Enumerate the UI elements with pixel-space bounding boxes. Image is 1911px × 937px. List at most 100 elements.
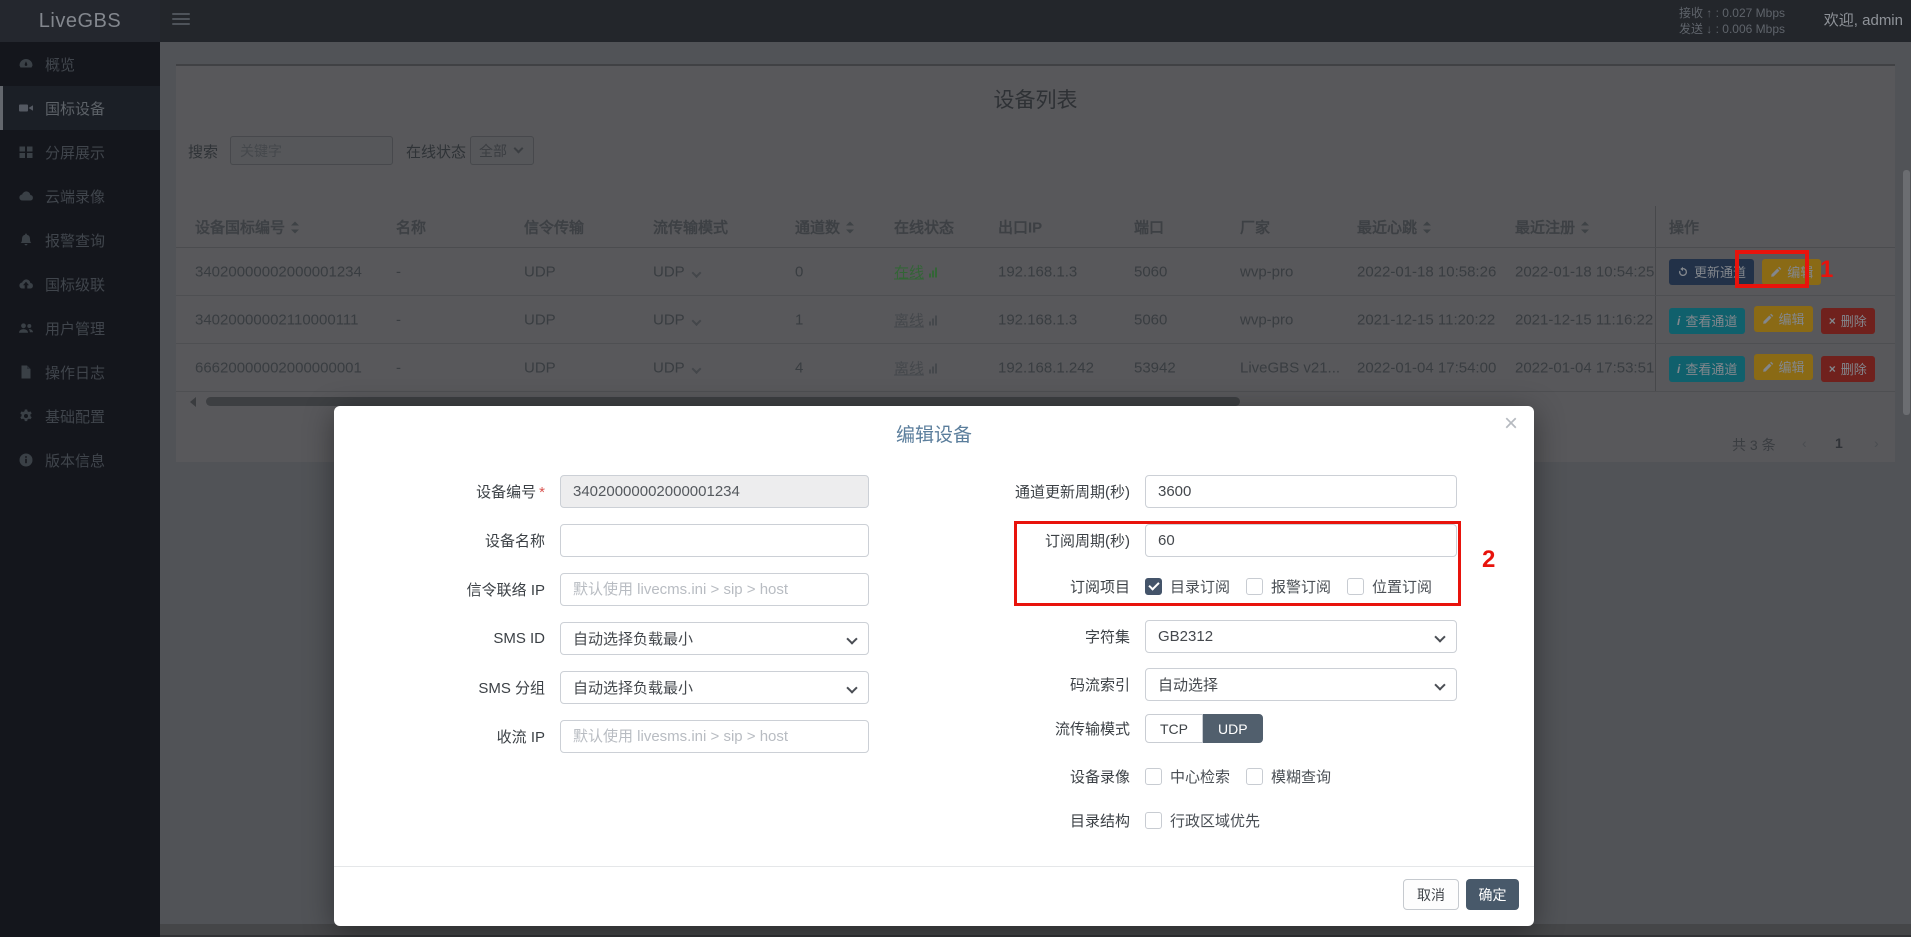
col-online-status: 在线状态 [894,216,954,237]
search-toolbar: 搜索 在线状态 全部 [176,136,1895,166]
udp-toggle-button[interactable]: UDP [1203,714,1263,743]
delete-button[interactable]: ×删除 [1821,356,1875,382]
sidebar-item-overview[interactable]: 概览 [0,42,160,86]
table-row: 66620000002000000001 - UDP UDP 4 离线 192.… [176,344,1895,392]
sidebar-item-version-info[interactable]: 版本信息 [0,438,160,482]
close-icon[interactable]: × [1504,412,1518,436]
directory-options: 行政区域优先 [1145,810,1276,831]
sidebar-item-operation-log[interactable]: 操作日志 [0,350,160,394]
sidebar-item-cloud-record[interactable]: 云端录像 [0,174,160,218]
required-asterisk: * [539,484,545,501]
device-vendor: wvp-pro [1240,263,1293,280]
stream-index-select[interactable]: 自动选择 [1145,668,1457,701]
field-label: 收流 IP [400,726,545,747]
sidebar-item-user-management[interactable]: 用户管理 [0,306,160,350]
sms-group-select[interactable]: 自动选择负载最小 [560,671,869,704]
sidebar-item-gb-cascade[interactable]: 国标级联 [0,262,160,306]
device-name: - [396,263,401,280]
sidebar-nav: 概览 国标设备 分屏展示 云端录像 报警查询 国标级联 用户管理 操作日志 [0,42,160,937]
sidebar-item-gb-devices[interactable]: 国标设备 [0,86,160,130]
col-channels[interactable]: 通道数 [795,216,855,237]
menu-toggle-icon[interactable] [172,13,192,29]
sort-icon[interactable] [291,221,300,233]
sort-icon[interactable] [1423,221,1432,233]
signal-contact-ip-field[interactable] [560,573,869,606]
device-port: 53942 [1134,359,1176,376]
col-stream-mode: 流传输模式 [653,216,728,237]
field-label: 通道更新周期(秒) [945,481,1130,502]
sidebar-item-label: 基础配置 [45,406,105,427]
checkbox-icon[interactable] [1246,768,1263,785]
fuzzy-query-checkbox[interactable]: 模糊查询 [1246,766,1331,787]
view-channels-button[interactable]: i查看通道 [1669,308,1745,334]
last-heartbeat: 2022-01-18 10:58:26 [1357,263,1496,280]
status-link[interactable]: 离线 [894,357,937,378]
annotation-box-2 [1014,521,1461,606]
field-label: 设备录像 [945,766,1130,787]
gear-icon [18,408,34,424]
chart-bars-icon [929,267,937,277]
checkbox-icon[interactable] [1145,768,1162,785]
sort-icon[interactable] [1581,221,1590,233]
channel-cycle-field[interactable] [1145,475,1457,508]
sidebar-item-alarm-query[interactable]: 报警查询 [0,218,160,262]
current-page[interactable]: 1 [1835,435,1843,451]
online-status-select[interactable]: 全部 [470,136,534,165]
col-heartbeat[interactable]: 最近心跳 [1357,216,1432,237]
scrollbar-thumb[interactable] [206,397,1240,406]
stream-receive-ip-field[interactable] [560,720,869,753]
welcome-user[interactable]: 欢迎, admin [1824,0,1903,42]
sidebar-item-label: 概览 [45,54,75,75]
field-label: 字符集 [945,626,1130,647]
sidebar-item-split-screen[interactable]: 分屏展示 [0,130,160,174]
charset-select[interactable]: GB2312 [1145,620,1457,653]
sms-id-row: SMS ID 自动选择负载最小 [400,622,869,655]
last-registered: 2022-01-04 17:53:51 [1515,359,1654,376]
edit-button[interactable]: 编辑 [1754,354,1813,380]
info-icon: i [1677,314,1680,328]
scroll-left-arrow-icon[interactable] [190,397,196,407]
status-link[interactable]: 离线 [894,309,937,330]
checkbox-icon[interactable] [1145,812,1162,829]
stream-mode-dropdown[interactable]: UDP [653,359,700,376]
signal-transport: UDP [524,263,556,280]
device-name: - [396,311,401,328]
device-name-row: 设备名称 [400,524,869,557]
info-icon: i [1677,362,1680,376]
device-id: 34020000002110000111 [195,311,359,328]
sidebar-item-basic-config[interactable]: 基础配置 [0,394,160,438]
sms-group-row: SMS 分组 自动选择负载最小 [400,671,869,704]
center-search-checkbox[interactable]: 中心检索 [1145,766,1230,787]
receive-rate: 接收 ↑ : 0.027 Mbps [1679,5,1785,21]
chevron-down-icon [846,682,857,693]
sort-icon[interactable] [846,221,855,233]
stream-mode-dropdown[interactable]: UDP [653,311,700,328]
cloud-upload-icon [18,276,34,292]
modal-title: 编辑设备 [334,420,1534,447]
view-channels-button[interactable]: i查看通道 [1669,356,1745,382]
annotation-box-1 [1735,250,1809,288]
field-label: SMS ID [400,630,545,647]
vertical-scrollbar-thumb[interactable] [1903,170,1910,415]
next-page-button[interactable]: › [1874,435,1879,451]
confirm-button[interactable]: 确定 [1466,879,1519,910]
annotation-number-1: 1 [1820,256,1833,284]
stream-mode-dropdown[interactable]: UDP [653,263,700,280]
device-table: 设备国标编号 名称 信令传输 流传输模式 通道数 在线状态 出口IP 端口 厂家… [176,206,1895,392]
search-input[interactable] [230,136,393,165]
sms-id-select[interactable]: 自动选择负载最小 [560,622,869,655]
cancel-button[interactable]: 取消 [1403,879,1459,910]
status-link[interactable]: 在线 [894,261,937,282]
tcp-toggle-button[interactable]: TCP [1145,714,1203,743]
last-heartbeat: 2022-01-04 17:54:00 [1357,359,1496,376]
delete-button[interactable]: ×删除 [1821,308,1875,334]
col-device-id[interactable]: 设备国标编号 [195,216,300,237]
device-name-field[interactable] [560,524,869,557]
table-row: 34020000002000001234 - UDP UDP 0 在线 192.… [176,248,1895,296]
sidebar-item-label: 云端录像 [45,186,105,207]
prev-page-button[interactable]: ‹ [1802,435,1807,451]
directory-structure-row: 目录结构 行政区域优先 [945,808,1276,832]
admin-region-priority-checkbox[interactable]: 行政区域优先 [1145,810,1260,831]
edit-button[interactable]: 编辑 [1754,306,1813,332]
col-registered[interactable]: 最近注册 [1515,216,1590,237]
